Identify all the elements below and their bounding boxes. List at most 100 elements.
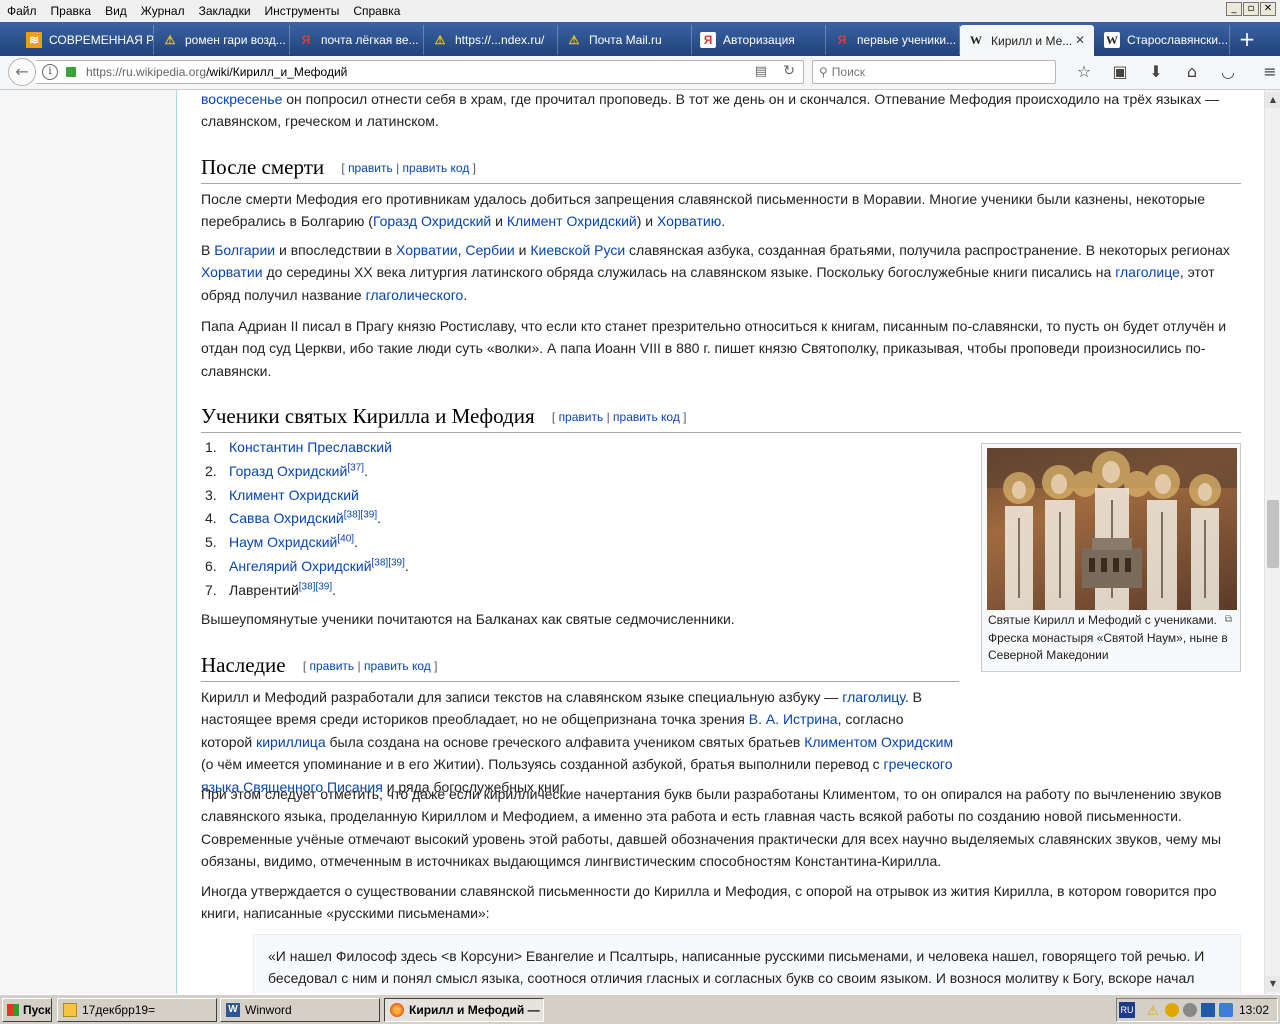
tab-3[interactable]: Я почта лёгкая ве... <box>290 25 424 55</box>
footnote-link[interactable]: [38][39] <box>344 510 377 521</box>
text: . <box>721 213 726 230</box>
menu-file[interactable]: Файл <box>0 0 44 22</box>
menu-hamburger-icon[interactable]: ≡ <box>1252 62 1280 81</box>
footnote-link[interactable]: [40] <box>337 534 354 545</box>
footnote-link[interactable]: [38][39] <box>372 557 405 568</box>
footnote-link[interactable]: [37] <box>347 462 364 473</box>
edit-link[interactable]: править <box>348 161 393 175</box>
scroll-thumb[interactable] <box>1267 500 1279 568</box>
tab-1[interactable]: ≋ СОВРЕМЕННАЯ Р... <box>18 25 154 55</box>
pocket-icon[interactable]: ◡ <box>1210 62 1246 81</box>
link[interactable]: Болгарии <box>214 242 275 258</box>
link[interactable]: Хорватию <box>657 213 721 229</box>
link[interactable]: Сербии <box>465 242 514 258</box>
url-path: /wiki/Кирилл_и_Мефодий <box>206 65 348 79</box>
url-bar[interactable]: i https://ru.wikipedia.org/wiki/Кирилл_и… <box>36 60 804 84</box>
student-link[interactable]: Наум Охридский <box>229 534 337 550</box>
link[interactable]: Киевской Руси <box>530 242 625 258</box>
network-icon[interactable] <box>1183 1003 1197 1017</box>
page-content: воскресенье он попросил отнести себя в х… <box>0 90 1264 994</box>
tab-4[interactable]: ⚠ https://...ndex.ru/ <box>424 25 558 55</box>
menu-edit[interactable]: Правка <box>44 0 99 22</box>
student-link[interactable]: Горазд Охридский <box>229 463 347 479</box>
menu-view[interactable]: Вид <box>98 0 134 22</box>
link-sunday[interactable]: воскресенье <box>201 91 282 107</box>
link[interactable]: глаголицу <box>842 689 905 705</box>
menu-tools[interactable]: Инструменты <box>258 0 347 22</box>
tab-7[interactable]: Я первые ученики... <box>826 25 960 55</box>
search-placeholder: Поиск <box>831 65 866 79</box>
scroll-down-arrow-icon[interactable]: ▼ <box>1265 976 1280 992</box>
reload-icon[interactable]: ↻ <box>783 63 795 79</box>
restore-button[interactable]: ▫ <box>1243 2 1259 16</box>
search-input[interactable]: ⚲ Поиск <box>812 60 1056 84</box>
back-button[interactable]: ← <box>8 58 36 86</box>
link[interactable]: В. А. Истрина <box>749 711 838 727</box>
link[interactable]: кириллица <box>256 734 326 750</box>
new-tab-button[interactable]: + <box>1235 28 1259 52</box>
list-number: 3. <box>205 486 217 503</box>
volume-icon[interactable] <box>1219 1003 1233 1017</box>
warning-icon[interactable]: ⚠ <box>1147 1003 1161 1018</box>
text: славянская азбука, созданная братьями, п… <box>625 242 1230 258</box>
reader-view-icon[interactable]: ▤ <box>755 64 767 79</box>
notification-icon[interactable] <box>1165 1003 1179 1017</box>
edit-link[interactable]: править <box>559 410 604 424</box>
student-link[interactable]: Ангелярий Охридский <box>229 558 372 574</box>
link[interactable]: Хорватии <box>201 264 263 280</box>
edit-source-link[interactable]: править код <box>364 659 431 673</box>
vertical-scrollbar[interactable]: ▲ ▼ <box>1264 90 1280 994</box>
taskbar-item-folder[interactable]: 17декбрр19= <box>57 998 217 1022</box>
tab-9[interactable]: W Старославянски... <box>1096 25 1230 55</box>
link[interactable]: глаголице <box>1115 264 1180 280</box>
scroll-up-arrow-icon[interactable]: ▲ <box>1265 92 1280 108</box>
tab-5[interactable]: ⚠ Почта Mail.ru <box>558 25 692 55</box>
info-icon[interactable]: i <box>42 64 58 80</box>
clock: 13:02 <box>1238 1003 1269 1017</box>
close-tab-icon[interactable]: ✕ <box>1075 33 1085 47</box>
edit-source-link[interactable]: править код <box>613 410 680 424</box>
tab-6[interactable]: Я Авторизация <box>692 25 826 55</box>
student-link[interactable]: Климент Охридский <box>229 487 359 503</box>
tab-label: https://...ndex.ru/ <box>455 33 545 47</box>
tab-2[interactable]: ⚠ ромен гари возд... <box>154 25 290 55</box>
minimize-button[interactable]: _ <box>1226 2 1242 16</box>
taskbar-item-winword[interactable]: W Winword <box>220 998 380 1022</box>
home-icon[interactable]: ⌂ <box>1174 62 1210 81</box>
menu-history[interactable]: Журнал <box>134 0 192 22</box>
edit-link[interactable]: править <box>310 659 355 673</box>
task-label: Кирилл и Мефодий — ... <box>409 1003 544 1017</box>
tab-label: почта лёгкая ве... <box>321 33 419 47</box>
tab-label: Кирилл и Ме... <box>991 33 1073 48</box>
tab-active[interactable]: W Кирилл и Ме... ✕ <box>960 25 1094 56</box>
student-link[interactable]: Константин Преславский <box>229 439 392 455</box>
link[interactable]: Хорватии <box>396 242 458 258</box>
start-button[interactable]: Пуск <box>2 998 52 1022</box>
paragraph-2: В Болгарии и впоследствии в Хорватии, Се… <box>201 239 1241 306</box>
menu-bookmarks[interactable]: Закладки <box>192 0 258 22</box>
paragraph-legacy-3: Иногда утверждается о существовании слав… <box>201 883 1217 922</box>
student-link[interactable]: Савва Охридский <box>229 510 344 526</box>
close-window-button[interactable]: ✕ <box>1260 2 1276 16</box>
bookmark-star-icon[interactable]: ☆ <box>1066 62 1102 81</box>
security-icon[interactable] <box>1201 1003 1215 1017</box>
language-indicator[interactable]: RU <box>1119 1002 1135 1018</box>
menu-help[interactable]: Справка <box>346 0 407 22</box>
paragraph-top: воскресенье он попросил отнести себя в х… <box>201 90 1241 133</box>
magnify-icon[interactable]: ⧉ <box>1225 614 1232 625</box>
link[interactable]: Горазд Охридский <box>373 213 491 229</box>
edit-source-link[interactable]: править код <box>403 161 470 175</box>
paragraph-legacy-1-part: Кирилл и Мефодий разработали для записи … <box>201 686 957 798</box>
warning-icon: ⚠ <box>568 33 580 47</box>
url-text[interactable]: https://ru.wikipedia.org/wiki/Кирилл_и_М… <box>86 65 347 79</box>
link[interactable]: Климентом Охридским <box>804 734 953 750</box>
taskbar-item-firefox[interactable]: Кирилл и Мефодий — ... <box>384 998 544 1022</box>
download-icon[interactable]: ⬇ <box>1138 62 1174 81</box>
link[interactable]: Климент Охридский <box>507 213 637 229</box>
bookmarks-list-icon[interactable]: ▣ <box>1102 62 1138 81</box>
footnote-link[interactable]: [38][39] <box>299 581 332 592</box>
list-item: 2. Горазд Охридский[37]. <box>201 460 409 484</box>
link[interactable]: глаголического <box>366 287 464 303</box>
text: . <box>463 286 468 303</box>
fresco-image[interactable] <box>987 448 1237 610</box>
